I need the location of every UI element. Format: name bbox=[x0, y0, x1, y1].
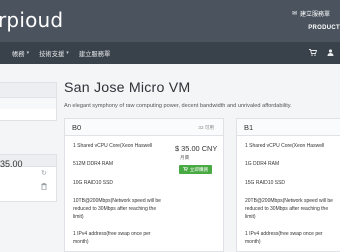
user-icon[interactable] bbox=[327, 48, 334, 58]
nav-label: 建立服務單 bbox=[78, 50, 111, 58]
nav-right-icons bbox=[309, 42, 334, 64]
spec-ip: 1 IPv4 address(free swap once per month) bbox=[245, 231, 323, 245]
spec-ram: 1G DDR4 RAM bbox=[245, 161, 280, 167]
cart-icon[interactable] bbox=[309, 48, 318, 58]
nav-label: 技術支援 bbox=[39, 50, 65, 58]
trash-icon[interactable] bbox=[41, 183, 47, 192]
order-now-label: 立即購買 bbox=[189, 166, 209, 172]
spec-ram: 512M DDR4 RAM bbox=[73, 161, 114, 167]
sidebar-panel-categories bbox=[0, 82, 57, 121]
sidebar-item-active[interactable] bbox=[0, 98, 56, 109]
billing-cycle: 月費 bbox=[180, 155, 190, 160]
page-title: San Jose Micro VM bbox=[64, 80, 191, 96]
plan-card-header: B1 bbox=[237, 119, 340, 136]
nav-item-billing[interactable]: 帳務 ▾ bbox=[12, 49, 39, 58]
plan-card-header: B0 32 可用 bbox=[65, 119, 223, 136]
spec-bandwidth: 20TB@200Mbps(Network speed will be reduc… bbox=[245, 198, 333, 220]
plan-card-b0: B0 32 可用 1 Shared vCPU Core(Xeon Haswell… bbox=[64, 118, 224, 252]
nav-item-support[interactable]: 技術支援 ▾ bbox=[39, 49, 79, 58]
cart-total-price: 35.00 bbox=[0, 159, 23, 169]
spec-bandwidth: 10TB@200Mbps(Network speed will be reduc… bbox=[73, 198, 161, 220]
sidebar-panel-header bbox=[0, 83, 56, 98]
brand-logo-text[interactable]: rpioud bbox=[0, 8, 63, 32]
page-subtitle: An elegant symphony of raw computing pow… bbox=[64, 103, 292, 109]
notice-label: 建立服務單 bbox=[299, 12, 330, 18]
order-now-button[interactable]: 立即購買 bbox=[179, 165, 212, 174]
spec-disk: 15G RAID10 SSD bbox=[245, 180, 286, 186]
plan-name: B1 bbox=[244, 123, 254, 132]
stock-count: 32 可用 bbox=[198, 125, 214, 130]
plan-card-b1: B1 1 Shared vCPU Core(Xeon Haswell 1G DD… bbox=[236, 118, 340, 252]
bell-icon: ✉ bbox=[291, 11, 297, 17]
spec-cpu: 1 Shared vCPU Core(Xeon Haswell bbox=[245, 143, 325, 149]
chevron-down-icon: ▾ bbox=[26, 50, 30, 56]
plan-price: $ 35.00 CNY bbox=[175, 144, 218, 153]
nav-item-open-ticket[interactable]: 建立服務單 bbox=[79, 49, 120, 58]
product-label[interactable]: PRODUCT bbox=[292, 25, 340, 31]
chevron-down-icon: ▾ bbox=[66, 50, 69, 56]
spec-cpu: 1 Shared vCPU Core(Xeon Haswell bbox=[73, 143, 153, 149]
plan-name: B0 bbox=[72, 123, 82, 132]
spec-ip: 1 IPv4 address(free swap once per month) bbox=[73, 231, 151, 245]
notice-link[interactable]: ✉ 建立服務單 bbox=[292, 9, 330, 18]
cart-icon bbox=[183, 166, 188, 172]
top-header: rpioud ✉ 建立服務單 PRODUCT bbox=[0, 0, 340, 42]
nav-label: 帳務 bbox=[12, 50, 25, 58]
spec-disk: 10G RAID10 SSD bbox=[73, 180, 114, 186]
main-nav: 帳務 ▾ 技術支援 ▾ 建立服務單 bbox=[0, 42, 340, 64]
refresh-icon[interactable]: ↻ bbox=[41, 169, 47, 177]
top-utility: ✉ 建立服務單 PRODUCT bbox=[292, 9, 340, 31]
